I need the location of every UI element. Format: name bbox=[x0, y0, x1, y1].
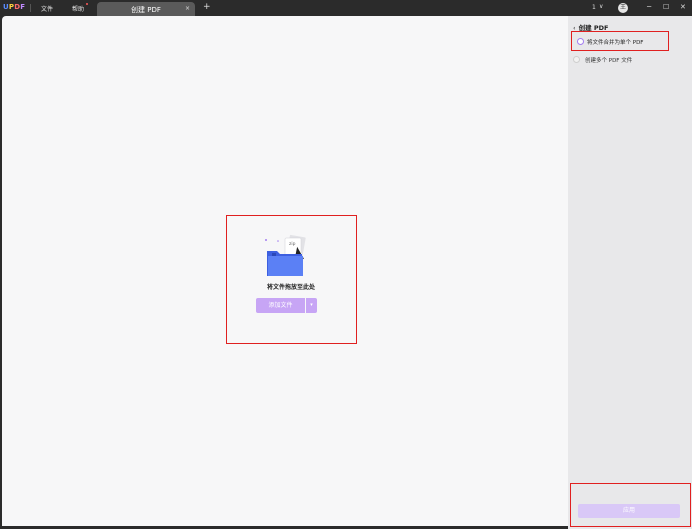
option-label: 创建多个 PDF 文件 bbox=[585, 57, 633, 64]
menu-help[interactable]: 帮助 bbox=[72, 4, 84, 13]
right-panel: ‹ 创建 PDF 将文件合并为单个 PDF 创建多个 PDF 文件 应用 bbox=[568, 16, 692, 529]
new-tab-button[interactable]: + bbox=[203, 2, 211, 12]
radio-unselected[interactable] bbox=[573, 56, 580, 63]
title-separator bbox=[30, 4, 31, 12]
tab-close-icon[interactable]: × bbox=[185, 5, 190, 12]
option-merge-single-pdf[interactable]: 将文件合并为单个 PDF bbox=[571, 31, 669, 51]
folder-illustration-icon: zip bbox=[263, 234, 319, 278]
close-button[interactable]: ✕ bbox=[680, 3, 686, 11]
radio-selected[interactable] bbox=[577, 38, 584, 45]
maximize-button[interactable]: ☐ bbox=[663, 3, 669, 11]
app-logo: UPDF bbox=[3, 3, 26, 11]
svg-text:zip: zip bbox=[289, 241, 296, 247]
page-number[interactable]: 1 bbox=[592, 4, 596, 11]
apply-area: 应用 bbox=[570, 483, 691, 527]
tab-title: 创建 PDF bbox=[131, 6, 161, 14]
minimize-button[interactable]: ─ bbox=[647, 3, 651, 11]
drop-zone[interactable]: zip 将文件拖放至此处 添加文件 ▾ bbox=[226, 215, 357, 344]
avatar[interactable]: 王 bbox=[618, 3, 628, 13]
add-files-button[interactable]: 添加文件 bbox=[256, 298, 305, 313]
main-canvas: zip 将文件拖放至此处 添加文件 ▾ bbox=[2, 16, 568, 526]
tab-create-pdf[interactable]: 创建 PDF × bbox=[97, 2, 195, 16]
title-bar: UPDF 文件 帮助 创建 PDF × + 1 ∨ 王 ─ ☐ ✕ bbox=[0, 0, 692, 16]
drop-hint-text: 将文件拖放至此处 bbox=[266, 284, 315, 291]
menu-file[interactable]: 文件 bbox=[41, 4, 53, 13]
notification-dot bbox=[86, 3, 88, 5]
chevron-down-icon[interactable]: ∨ bbox=[599, 3, 603, 10]
chevron-down-icon[interactable]: ▾ bbox=[306, 298, 317, 313]
apply-button[interactable]: 应用 bbox=[578, 504, 680, 518]
option-label: 将文件合并为单个 PDF bbox=[587, 39, 644, 46]
